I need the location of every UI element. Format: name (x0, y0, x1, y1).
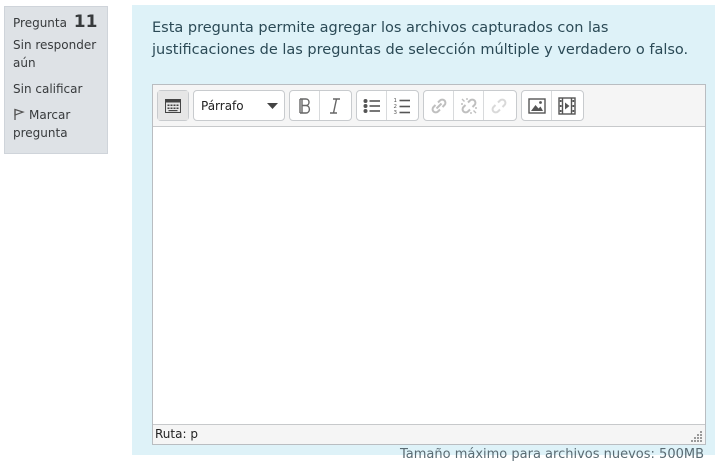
toolbar-toggle-button[interactable] (158, 91, 188, 120)
image-button[interactable] (522, 91, 552, 120)
editor-status-bar: Ruta: p (153, 424, 705, 444)
question-grade: Sin calificar (13, 82, 83, 96)
question-number-value: 11 (73, 12, 98, 32)
toolbar-group-lists: 123 (356, 90, 419, 121)
link-icon (431, 98, 446, 113)
toolbar-group-toggle (157, 90, 189, 121)
bold-button[interactable] (290, 91, 320, 120)
unlink-icon (460, 97, 477, 114)
editor-path: Ruta: p (155, 427, 198, 441)
bold-icon (298, 97, 310, 114)
chevron-down-icon (267, 102, 278, 109)
question-text: Esta pregunta permite agregar los archiv… (152, 20, 689, 58)
italic-button[interactable] (320, 91, 350, 120)
flag-question-link[interactable]: Marcar pregunta (13, 106, 99, 142)
toolbar-group-style (289, 90, 352, 121)
question-number: Pregunta 11 (13, 13, 99, 32)
question-info: Pregunta 11 Sin responder aún Sin califi… (4, 6, 108, 154)
emoticon-icon (491, 98, 507, 113)
editor-text-area[interactable] (153, 127, 705, 424)
editor-toolbar: Párrafo 1 2 3 (153, 85, 705, 127)
paragraph-format-value: Párrafo (201, 98, 244, 113)
link-button[interactable] (424, 91, 454, 120)
ordered-list-button[interactable]: 123 (387, 91, 417, 120)
media-button[interactable] (552, 91, 582, 120)
image-icon (527, 97, 546, 114)
question-state: Sin responder aún (13, 38, 97, 70)
media-icon (558, 96, 576, 115)
toolbar-toggle-icon (165, 98, 181, 113)
emoticon-button[interactable] (484, 91, 514, 120)
italic-icon (330, 97, 340, 114)
rich-text-editor: Párrafo 1 2 3 Ruta: p (152, 84, 706, 445)
resize-handle-icon[interactable] (691, 430, 703, 442)
svg-text:3: 3 (394, 110, 398, 115)
question-label: Pregunta (13, 16, 67, 30)
unordered-list-icon (363, 98, 380, 113)
unordered-list-button[interactable] (357, 91, 387, 120)
toolbar-group-links (423, 90, 517, 121)
unlink-button[interactable] (454, 91, 484, 120)
paragraph-format-select[interactable]: Párrafo (194, 91, 284, 120)
question-content: Esta pregunta permite agregar los archiv… (132, 5, 715, 462)
flag-icon (14, 108, 25, 120)
ordered-list-icon: 123 (394, 98, 410, 115)
toolbar-group-format: Párrafo (193, 90, 285, 121)
toolbar-group-media (521, 90, 584, 121)
